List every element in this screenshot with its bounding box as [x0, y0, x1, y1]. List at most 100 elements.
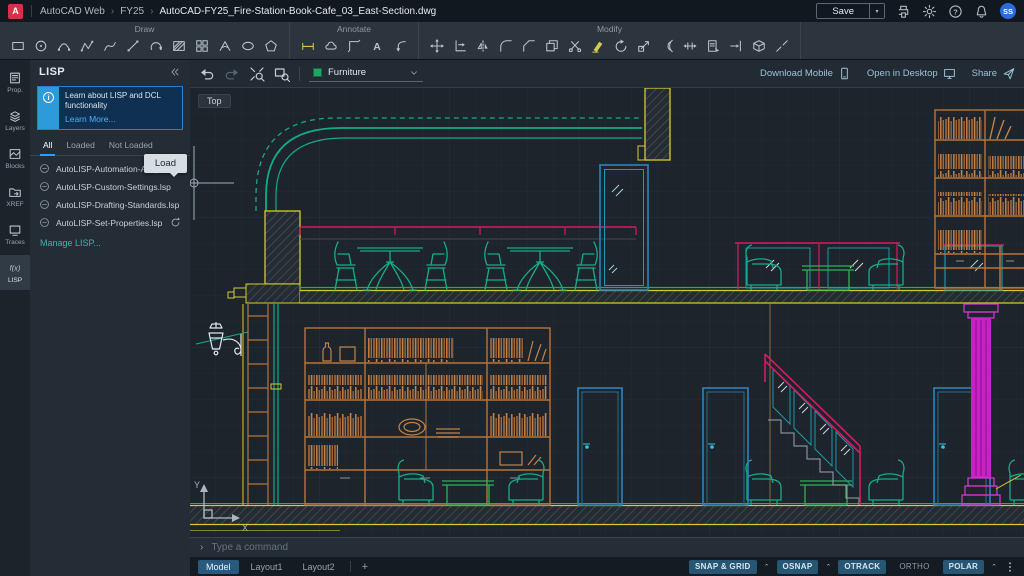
toggle-osnap[interactable]: OSNAP [777, 560, 819, 574]
lisp-tab-not-loaded[interactable]: Not Loaded [102, 137, 160, 155]
revision-cloud-tool[interactable] [320, 35, 342, 57]
drawing-viewport[interactable]: Top [190, 88, 1024, 537]
share-button[interactable]: Share [972, 67, 1015, 80]
divider [31, 5, 32, 17]
erase-tool[interactable] [587, 35, 609, 57]
arc-continue-tool[interactable] [145, 35, 167, 57]
manage-lisp-link[interactable]: Manage LISP... [30, 232, 190, 254]
circle-tool[interactable] [30, 35, 52, 57]
caret-up-icon[interactable]: ⌃ [764, 563, 770, 571]
caret-up-icon[interactable]: ⌃ [825, 563, 831, 571]
tab-layout1[interactable]: Layout1 [243, 560, 291, 574]
lisp-file-row[interactable]: AutoLISP-Drafting-Standards.lsp [30, 196, 190, 214]
breadcrumb-item[interactable]: AutoCAD Web [40, 6, 105, 17]
copy-tool[interactable] [541, 35, 563, 57]
offset-tool[interactable] [656, 35, 678, 57]
more-options-button[interactable] [1004, 561, 1016, 573]
printer-button[interactable] [896, 4, 911, 19]
lisp-panel-title: LISP [39, 66, 65, 78]
lisp-tab-all[interactable]: All [36, 137, 59, 155]
lisp-tab-loaded[interactable]: Loaded [59, 137, 101, 155]
rotate-tool[interactable] [610, 35, 632, 57]
move-tool[interactable] [426, 35, 448, 57]
sidebar-item-layers[interactable]: Layers [0, 103, 30, 138]
lisp-file-row[interactable]: AutoLISP-Custom-Settings.lsp [30, 178, 190, 196]
tab-layout2[interactable]: Layout2 [295, 560, 343, 574]
toggle-polar[interactable]: POLAR [943, 560, 985, 574]
toggle-ortho[interactable]: ORTHO [893, 560, 935, 574]
dimension-tool[interactable] [297, 35, 319, 57]
scale-tool[interactable] [633, 35, 655, 57]
break-tool[interactable] [771, 35, 793, 57]
breadcrumb-item[interactable]: AutoCAD-FY25_Fire-Station-Book-Cafe_03_E… [159, 6, 436, 17]
info-icon [38, 87, 59, 129]
text-tool[interactable]: A [366, 35, 388, 57]
leader-icon [393, 39, 407, 53]
layer-name: Furniture [328, 67, 403, 78]
share-icon [1002, 67, 1015, 80]
settings-button[interactable] [922, 4, 937, 19]
undo-button[interactable] [199, 66, 215, 82]
scale-icon [637, 39, 651, 53]
measure-tool[interactable] [214, 35, 236, 57]
autocad-logo[interactable]: A [8, 4, 23, 19]
command-bar[interactable]: › Type a command [190, 537, 1024, 557]
lisp-file-row[interactable]: AutoLISP-Set-Properties.lsp [30, 214, 190, 232]
open-in-desktop-button[interactable]: Open in Desktop [867, 67, 956, 80]
hatch-tool[interactable] [168, 35, 190, 57]
status-toggles: SNAP & GRID ⌃ OSNAP ⌃ OTRACK ORTHO POLAR ⌃ [689, 560, 1016, 574]
break-icon [775, 39, 789, 53]
align-tool[interactable] [449, 35, 471, 57]
learn-more-link[interactable]: Learn More... [65, 114, 176, 125]
layer-color-swatch [313, 68, 322, 77]
ellipse-tool[interactable] [237, 35, 259, 57]
refresh-icon[interactable] [170, 217, 181, 228]
spline-tool[interactable] [99, 35, 121, 57]
avatar[interactable]: SS [1000, 3, 1016, 19]
sidebar-item-traces[interactable]: Traces [0, 217, 30, 252]
mirror-tool[interactable] [472, 35, 494, 57]
layer-dropdown[interactable]: Furniture [309, 65, 423, 82]
zoom-extents-button[interactable] [249, 66, 265, 82]
notifications-button[interactable] [974, 4, 989, 19]
view-orientation-control[interactable]: Top [198, 94, 231, 108]
command-input[interactable]: Type a command [211, 542, 288, 553]
sidebar-item-blocks[interactable]: Blocks [0, 141, 30, 176]
add-layout-button[interactable]: + [358, 561, 372, 573]
lisp-file-name: AutoLISP-Set-Properties.lsp [56, 218, 162, 228]
extend-tool[interactable] [725, 35, 747, 57]
sidebar-item-xref[interactable]: XREF [0, 179, 30, 214]
fillet-tool[interactable] [495, 35, 517, 57]
help-icon: ? [948, 4, 963, 19]
line-tool[interactable] [122, 35, 144, 57]
trim-tool[interactable] [564, 35, 586, 57]
canvas-toolbar-right: Download Mobile Open in Desktop Share [760, 67, 1015, 80]
polygon-tool[interactable] [260, 35, 282, 57]
leader-tool[interactable] [389, 35, 411, 57]
save-dropdown-button[interactable] [869, 4, 884, 18]
polyline-tool[interactable] [76, 35, 98, 57]
chamfer-tool[interactable] [518, 35, 540, 57]
breadcrumb-item[interactable]: FY25 [120, 6, 144, 17]
sidebar-item-prop[interactable]: Prop. [0, 65, 30, 100]
zoom-window-icon [274, 66, 290, 82]
zoom-window-button[interactable] [274, 66, 290, 82]
angular-dimension-tool[interactable] [343, 35, 365, 57]
tab-model[interactable]: Model [198, 560, 239, 574]
redo-button[interactable] [224, 66, 240, 82]
save-button[interactable]: Save [817, 4, 869, 18]
lisp-panel: LISP Learn about LISP and DCL functional… [30, 60, 190, 576]
toggle-otrack[interactable]: OTRACK [838, 560, 886, 574]
explode-tool[interactable] [748, 35, 770, 57]
block-tool[interactable] [191, 35, 213, 57]
rectangle-tool[interactable] [7, 35, 29, 57]
toggle-snap-grid[interactable]: SNAP & GRID [689, 560, 757, 574]
arc-tool[interactable] [53, 35, 75, 57]
sidebar-item-lisp[interactable]: f(x)LISP [0, 255, 30, 290]
stretch-tool[interactable] [679, 35, 701, 57]
caret-up-icon[interactable]: ⌃ [991, 563, 997, 571]
help-button[interactable]: ? [948, 4, 963, 19]
download-mobile-button[interactable]: Download Mobile [760, 67, 851, 80]
match-properties-tool[interactable] [702, 35, 724, 57]
collapse-panel-icon[interactable] [169, 66, 181, 78]
